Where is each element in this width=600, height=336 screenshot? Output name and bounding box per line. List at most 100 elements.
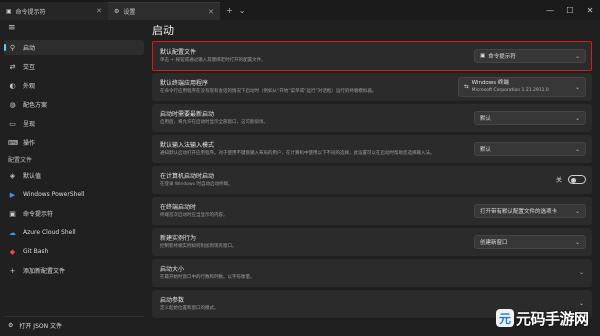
terminal-icon: ▣ bbox=[6, 7, 12, 15]
setting-on-terminal-start: 在终端启动时 终端首次启动时应当显示的内容。 打开带有默认配置文件的选项卡 ⌄ bbox=[152, 197, 592, 225]
launch-on-startup-toggle[interactable]: 关 bbox=[556, 175, 586, 184]
setting-launch-size[interactable]: 启动大小 在最开始时窗口中的行数和列数。以字符衡量。 ⌄ bbox=[152, 259, 592, 287]
plus-icon: + bbox=[9, 266, 16, 275]
sidebar-item-label: Windows PowerShell bbox=[23, 191, 85, 198]
profiles-section-header: 配置文件 bbox=[8, 157, 33, 164]
setting-launch-mode: 启动时需要最新启动 启用后，将允许在启动时显示全部窗口，这可能很烦。 默认 ⌄ bbox=[152, 104, 592, 132]
close-icon[interactable]: ✕ bbox=[96, 7, 102, 15]
palette-icon: ◐ bbox=[9, 81, 16, 90]
default-terminal-dropdown[interactable]: ⇆ Windows 终端 Microsoft Corporation 1.21.… bbox=[458, 77, 586, 97]
sidebar-item-label: 命令提示符 bbox=[23, 211, 54, 218]
chevron-down-icon: ⌄ bbox=[574, 145, 580, 153]
watermark-logo-icon: 元 bbox=[496, 309, 514, 327]
sidebar-item-label: 启动 bbox=[23, 45, 36, 52]
launch-mode-dropdown[interactable]: 默认 ⌄ bbox=[474, 111, 586, 125]
sidebar-item-label: 操作 bbox=[23, 140, 36, 147]
sidebar-profile-cmd[interactable]: ▣ 命令提示符 bbox=[4, 206, 144, 221]
highlight-box bbox=[152, 41, 592, 71]
chevron-down-icon: ⌄ bbox=[574, 207, 580, 215]
setting-description: 启用后，将允许在启动时显示全部窗口，这可能很烦。 bbox=[160, 120, 268, 125]
rocket-icon: ⚲ bbox=[9, 43, 16, 52]
chevron-down-icon: ⌄ bbox=[574, 114, 580, 122]
sidebar-item-label: 默认值 bbox=[23, 173, 42, 180]
sidebar-item-rendering[interactable]: ▭ 呈现 bbox=[4, 116, 144, 131]
window-controls: — ☐ ✕ bbox=[540, 0, 600, 20]
menu-icon[interactable]: ≡ bbox=[8, 23, 16, 33]
setting-title: 新建实例行为 bbox=[160, 235, 197, 242]
setting-description: 终端首次启动时应当显示的内容。 bbox=[160, 213, 228, 218]
gear-icon: ⚙ bbox=[8, 322, 14, 329]
sidebar-profile-defaults[interactable]: ◈ 默认值 bbox=[4, 168, 144, 183]
setting-title: 在终端启动时 bbox=[160, 204, 197, 211]
toggle-switch[interactable] bbox=[568, 175, 586, 184]
page-title: 启动 bbox=[152, 24, 174, 37]
sidebar-item-color-schemes[interactable]: ◍ 配色方案 bbox=[4, 97, 144, 112]
layers-icon: ◈ bbox=[9, 171, 16, 180]
dropdown-value: Windows 终端 Microsoft Corporation 1.21.29… bbox=[472, 80, 549, 94]
dropdown-value: 创建新窗口 bbox=[480, 240, 508, 246]
setting-description: 定义起始位置和窗口的模式。 bbox=[160, 306, 219, 311]
sidebar-item-label: 配色方案 bbox=[23, 102, 48, 109]
tab-settings[interactable]: ⚙ 设置 ✕ bbox=[108, 2, 220, 20]
dropdown-value: 默认 bbox=[480, 116, 492, 122]
dropdown-value: 默认 bbox=[480, 147, 492, 153]
input-mode-dropdown[interactable]: 默认 ⌄ bbox=[474, 142, 586, 156]
sidebar-item-label: 呈现 bbox=[23, 121, 36, 128]
tab-command-prompt[interactable]: ▣ 命令提示符 ✕ bbox=[0, 2, 108, 20]
sidebar-item-interaction[interactable]: ⇄ 交互 bbox=[4, 59, 144, 74]
powershell-icon: ▶ bbox=[9, 190, 16, 199]
sidebar-item-label: Git Bash bbox=[23, 248, 49, 255]
setting-launch-on-startup: 在计算机启动时启动 在登录 Windows 时自动启动终端。 关 bbox=[152, 166, 592, 194]
setting-description: 在命令行应用程序在没有现有会话的情况下启动时（例如从“开始”菜单或“运行”对话框… bbox=[160, 89, 377, 94]
close-icon[interactable]: ✕ bbox=[208, 8, 214, 16]
open-json-label: 打开 JSON 文件 bbox=[19, 323, 62, 330]
terminal-app-publisher: Microsoft Corporation 1.21.2911.0 bbox=[471, 88, 549, 93]
interaction-icon: ⇄ bbox=[9, 62, 16, 71]
setting-description: 在登录 Windows 时自动启动终端。 bbox=[160, 182, 233, 187]
dropdown-value: 打开带有默认配置文件的选项卡 bbox=[480, 209, 558, 215]
setting-default-terminal: 默认终端应用程序 在命令行应用程序在没有现有会话的情况下启动时（例如从“开始”菜… bbox=[152, 73, 592, 101]
close-window-icon[interactable]: ✕ bbox=[580, 0, 600, 20]
sidebar-item-appearance[interactable]: ◐ 外观 bbox=[4, 78, 144, 93]
setting-title: 启动参数 bbox=[160, 297, 185, 304]
gear-icon: ⚙ bbox=[114, 8, 120, 15]
cloud-icon: ☁ bbox=[9, 228, 16, 237]
color-scheme-icon: ◍ bbox=[9, 100, 16, 109]
maximize-icon[interactable]: ☐ bbox=[560, 0, 580, 20]
terminal-icon: ▣ bbox=[9, 209, 16, 218]
setting-title: 在计算机启动时启动 bbox=[160, 173, 215, 180]
sidebar-profile-git-bash[interactable]: ◆ Git Bash bbox=[4, 244, 144, 259]
sidebar-item-label: 添加新配置文件 bbox=[23, 268, 66, 275]
setting-title: 默认输入法输入模式 bbox=[160, 142, 215, 149]
setting-description: 在最开始时窗口中的行数和列数。以字符衡量。 bbox=[160, 275, 255, 280]
watermark-text: 元码手游网 bbox=[516, 309, 589, 328]
on-start-dropdown[interactable]: 打开带有默认配置文件的选项卡 ⌄ bbox=[474, 204, 586, 218]
setting-new-instance-behavior: 新建实例行为 控制新终端实例如何附加到现有窗口。 创建新窗口 ⌄ bbox=[152, 228, 592, 256]
new-tab-button[interactable]: + bbox=[226, 6, 233, 15]
chevron-down-icon[interactable]: ⌄ bbox=[239, 6, 246, 15]
sidebar: ≡ ⚲ 启动 ⇄ 交互 ◐ 外观 ◍ 配色方案 ▭ 呈现 ⌨ 操作 配置文件 ◈… bbox=[0, 20, 148, 336]
setting-title: 启动时需要最新启动 bbox=[160, 111, 215, 118]
sidebar-item-label: 外观 bbox=[23, 83, 36, 90]
setting-description: 控制新终端实例如何附加到现有窗口。 bbox=[160, 244, 237, 249]
sidebar-item-actions[interactable]: ⌨ 操作 bbox=[4, 135, 144, 150]
new-instance-dropdown[interactable]: 创建新窗口 ⌄ bbox=[474, 235, 586, 249]
setting-description: 通知默认启动打开应用程序。对于使用不键盘输入布局的用户，在计算机中使用以下不同的… bbox=[160, 151, 435, 156]
chevron-down-icon: ⌄ bbox=[574, 83, 580, 91]
sidebar-profile-powershell[interactable]: ▶ Windows PowerShell bbox=[4, 187, 144, 202]
tab-label: 命令提示符 bbox=[15, 8, 46, 16]
terminal-app-icon: ⇆ bbox=[464, 84, 469, 90]
minimize-icon[interactable]: — bbox=[540, 0, 560, 20]
keyboard-icon: ⌨ bbox=[8, 138, 19, 147]
git-icon: ◆ bbox=[9, 247, 16, 256]
watermark: 元 元码手游网 bbox=[496, 300, 600, 336]
chevron-down-icon[interactable]: ⌄ bbox=[579, 269, 584, 276]
tab-label: 设置 bbox=[123, 9, 136, 16]
sidebar-item-startup[interactable]: ⚲ 启动 bbox=[4, 40, 144, 55]
sidebar-add-profile[interactable]: + 添加新配置文件 bbox=[4, 263, 144, 278]
open-json-button[interactable]: ⚙ 打开 JSON 文件 bbox=[4, 316, 144, 334]
setting-title: 默认终端应用程序 bbox=[160, 80, 209, 87]
sidebar-profile-azure[interactable]: ☁ Azure Cloud Shell bbox=[4, 225, 144, 240]
setting-title: 启动大小 bbox=[160, 266, 185, 273]
monitor-icon: ▭ bbox=[9, 119, 16, 128]
